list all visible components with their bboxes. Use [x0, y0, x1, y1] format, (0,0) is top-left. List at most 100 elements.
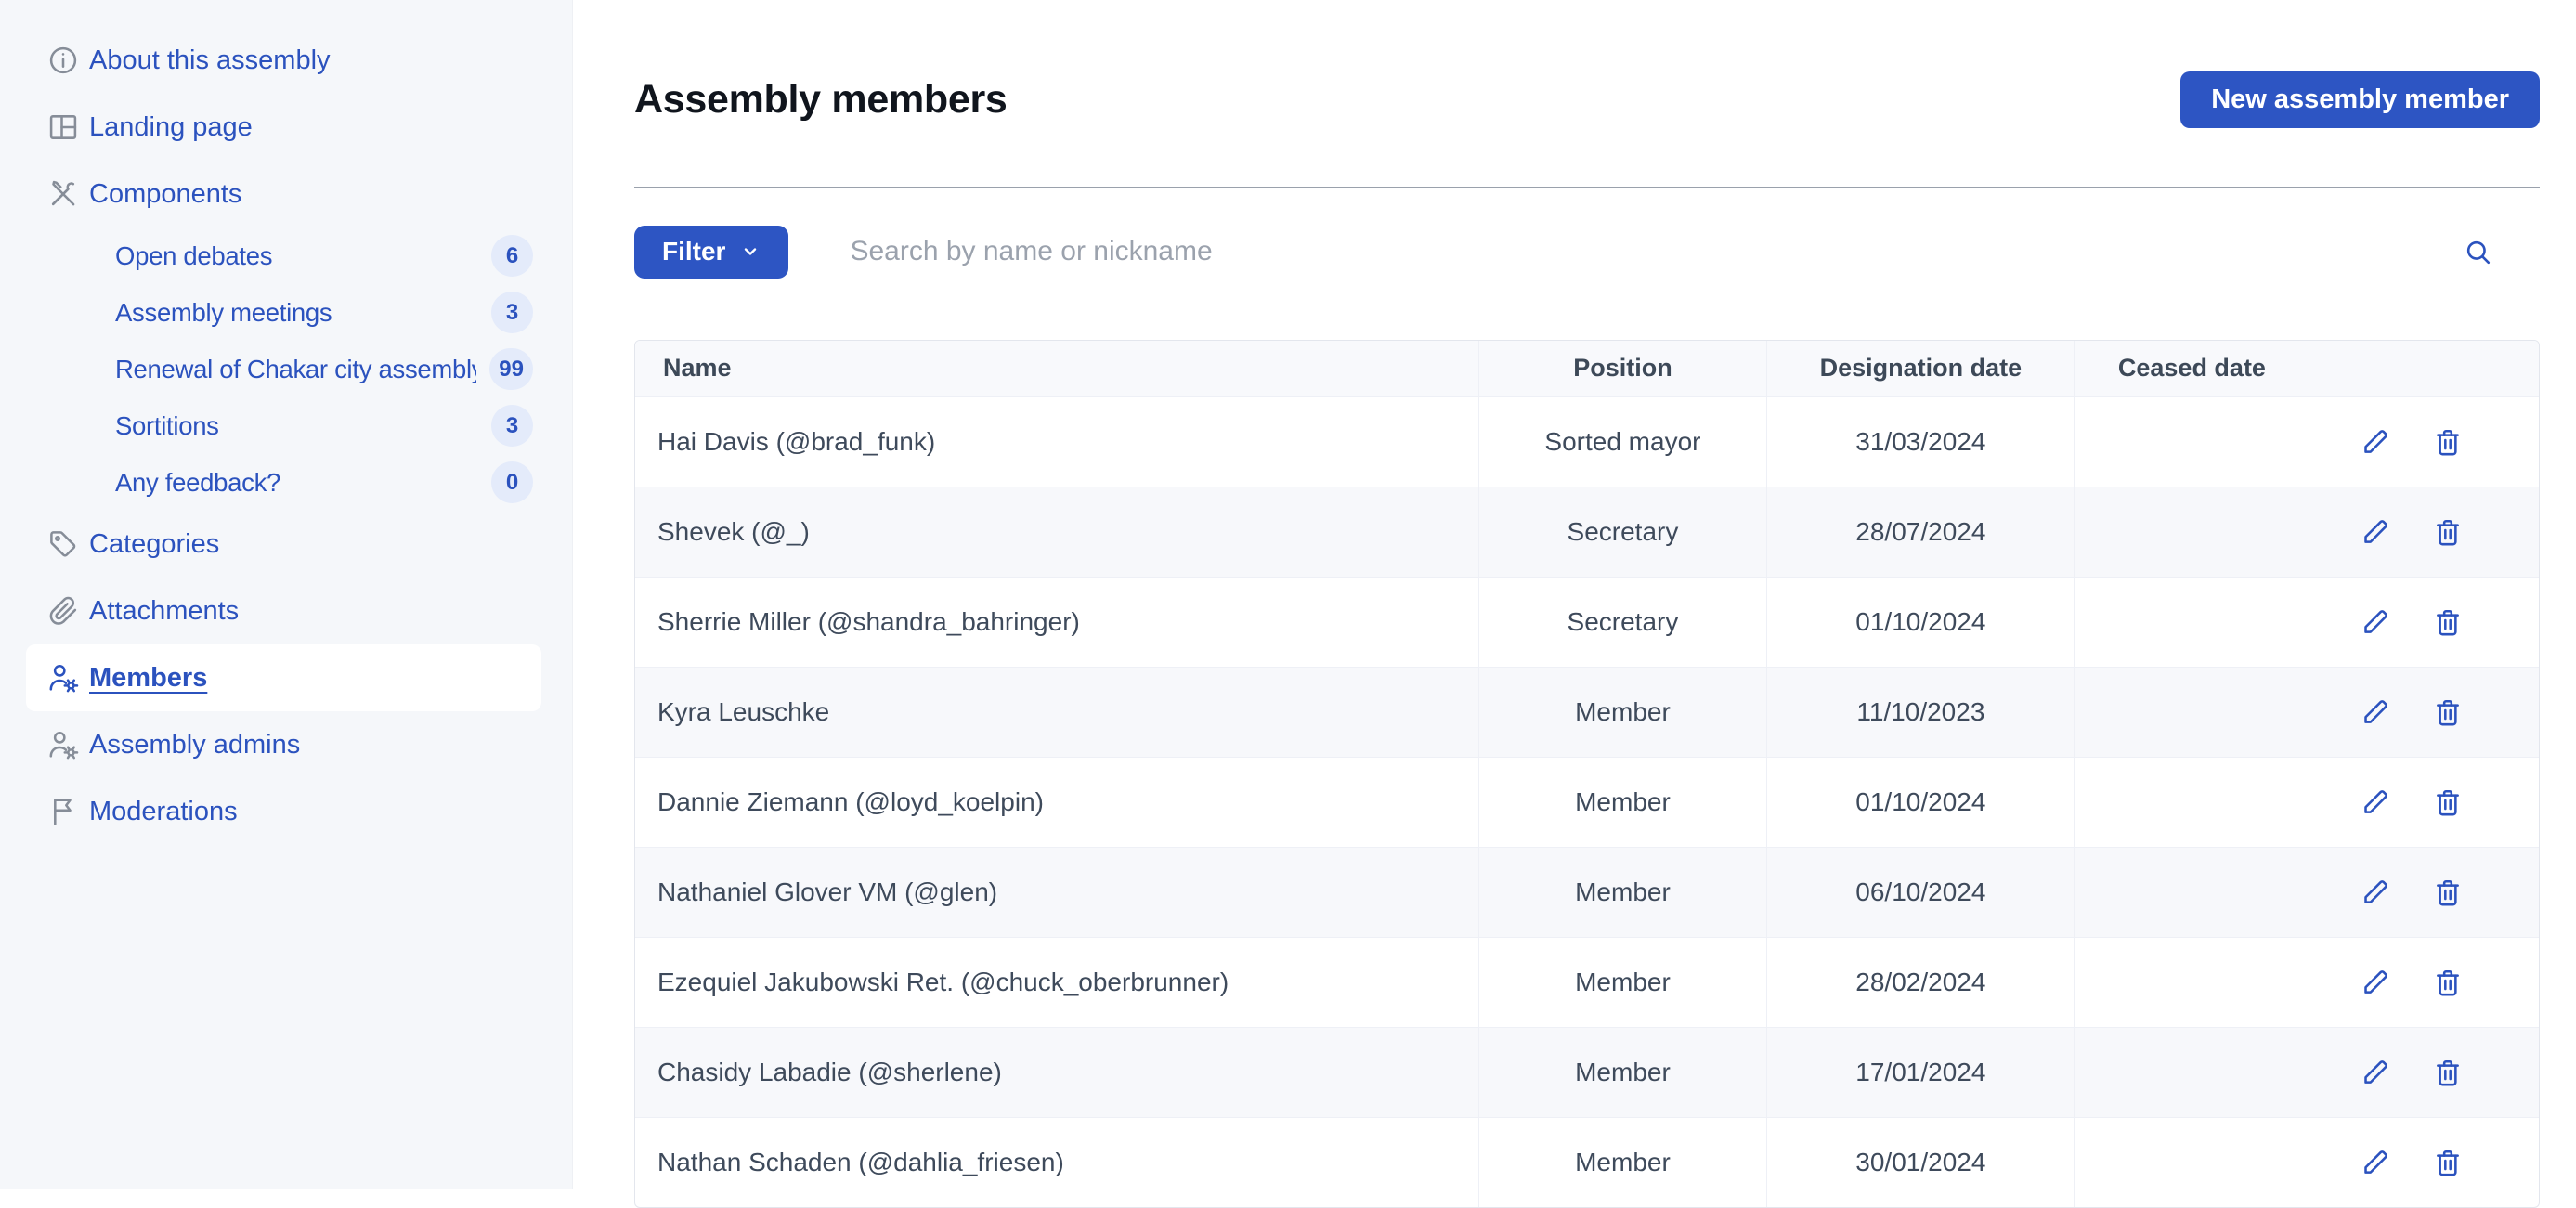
sidebar-item-open-debates[interactable]: Open debates 6: [0, 227, 572, 284]
new-assembly-member-button[interactable]: New assembly member: [2180, 71, 2540, 128]
delete-member-button[interactable]: [2432, 516, 2464, 548]
sidebar-item-members[interactable]: Members: [26, 644, 541, 711]
trash-icon: [2432, 516, 2464, 548]
sidebar-item-label: About this assembly: [89, 45, 331, 75]
delete-member-button[interactable]: [2432, 967, 2464, 998]
edit-member-button[interactable]: [2360, 786, 2391, 818]
landing-page-icon: [46, 110, 80, 144]
member-ceased-date: [2074, 846, 2309, 938]
sidebar-item-about-assembly[interactable]: About this assembly: [0, 27, 572, 94]
sidebar-subitem-label: Any feedback?: [115, 467, 281, 497]
delete-member-button[interactable]: [2432, 1057, 2464, 1088]
row-actions: [2309, 846, 2539, 938]
sidebar: About this assembly Landing page Compone…: [0, 0, 573, 1189]
sidebar-item-categories[interactable]: Categories: [0, 511, 572, 578]
member-ceased-date: [2074, 1116, 2309, 1207]
table-row: Ezequiel Jakubowski Ret. (@chuck_oberbru…: [635, 936, 2539, 1028]
sidebar-item-label: Categories: [89, 528, 220, 559]
edit-member-button[interactable]: [2360, 1057, 2391, 1088]
member-position: Member: [1477, 936, 1767, 1028]
trash-icon: [2432, 1057, 2464, 1088]
delete-member-button[interactable]: [2432, 426, 2464, 458]
member-designation-date: 30/01/2024: [1766, 1116, 2075, 1207]
sidebar-item-assembly-meetings[interactable]: Assembly meetings 3: [0, 284, 572, 341]
member-designation-date: 31/03/2024: [1766, 396, 2075, 487]
pencil-icon: [2360, 606, 2391, 638]
table-row: Nathaniel Glover VM (@glen) Member 06/10…: [635, 846, 2539, 938]
table-row: Hai Davis (@brad_funk) Sorted mayor 31/0…: [635, 396, 2539, 487]
count-badge: 3: [491, 292, 533, 333]
sidebar-item-sortitions[interactable]: Sortitions 3: [0, 397, 572, 454]
edit-member-button[interactable]: [2360, 426, 2391, 458]
delete-member-button[interactable]: [2432, 877, 2464, 908]
filter-button[interactable]: Filter: [634, 225, 789, 279]
pencil-icon: [2360, 1057, 2391, 1088]
sidebar-item-renewal-chakar[interactable]: Renewal of Chakar city assembly 99: [0, 341, 572, 397]
sidebar-item-attachments[interactable]: Attachments: [0, 578, 572, 644]
member-ceased-date: [2074, 936, 2309, 1028]
member-designation-date: 01/10/2024: [1766, 756, 2075, 848]
delete-member-button[interactable]: [2432, 1147, 2464, 1178]
header-divider: [634, 186, 2540, 188]
table-row: Sherrie Miller (@shandra_bahringer) Secr…: [635, 576, 2539, 668]
delete-member-button[interactable]: [2432, 786, 2464, 818]
row-actions: [2309, 1026, 2539, 1118]
table-row: Kyra Leuschke Member 11/10/2023: [635, 666, 2539, 758]
member-position: Member: [1477, 1116, 1767, 1207]
member-name: Nathan Schaden (@dahlia_friesen): [635, 1116, 1479, 1207]
delete-member-button[interactable]: [2432, 606, 2464, 638]
row-actions: [2309, 936, 2539, 1028]
member-name: Shevek (@_): [635, 486, 1479, 578]
member-name: Kyra Leuschke: [635, 666, 1479, 758]
count-badge: 99: [489, 348, 533, 390]
edit-member-button[interactable]: [2360, 967, 2391, 998]
filter-button-label: Filter: [662, 237, 726, 266]
row-actions: [2309, 666, 2539, 758]
tag-icon: [46, 527, 80, 561]
sidebar-item-any-feedback[interactable]: Any feedback? 0: [0, 454, 572, 511]
table-row: Chasidy Labadie (@sherlene) Member 17/01…: [635, 1026, 2539, 1118]
column-header-position: Position: [1477, 340, 1767, 397]
main-content: Assembly members New assembly member Fil…: [573, 0, 2576, 1208]
column-header-name: Name: [635, 340, 1479, 397]
member-position: Secretary: [1477, 576, 1767, 668]
delete-member-button[interactable]: [2432, 696, 2464, 728]
column-header-actions: [2309, 340, 2539, 397]
table-row: Shevek (@_) Secretary 28/07/2024: [635, 486, 2539, 578]
info-icon: [46, 44, 80, 77]
paperclip-icon: [46, 594, 80, 628]
sidebar-item-label: Members: [89, 662, 208, 693]
pencil-icon: [2360, 786, 2391, 818]
sidebar-item-label: Moderations: [89, 796, 238, 826]
edit-member-button[interactable]: [2360, 877, 2391, 908]
search-input[interactable]: [848, 235, 2463, 269]
edit-member-button[interactable]: [2360, 696, 2391, 728]
pencil-icon: [2360, 877, 2391, 908]
filter-search-toolbar: Filter: [634, 225, 2540, 279]
member-ceased-date: [2074, 756, 2309, 848]
sidebar-item-assembly-admins[interactable]: Assembly admins: [0, 711, 572, 778]
edit-member-button[interactable]: [2360, 1147, 2391, 1178]
member-ceased-date: [2074, 396, 2309, 487]
search-button[interactable]: [2463, 237, 2493, 267]
member-designation-date: 28/02/2024: [1766, 936, 2075, 1028]
sidebar-subitem-label: Open debates: [115, 240, 273, 270]
sidebar-item-moderations[interactable]: Moderations: [0, 778, 572, 845]
edit-member-button[interactable]: [2360, 516, 2391, 548]
sidebar-item-label: Attachments: [89, 595, 240, 626]
edit-member-button[interactable]: [2360, 606, 2391, 638]
chevron-down-icon: [740, 241, 761, 262]
member-name: Sherrie Miller (@shandra_bahringer): [635, 576, 1479, 668]
member-ceased-date: [2074, 576, 2309, 668]
member-ceased-date: [2074, 666, 2309, 758]
sidebar-item-landing-page[interactable]: Landing page: [0, 94, 572, 161]
sidebar-subitem-label: Assembly meetings: [115, 297, 332, 327]
row-actions: [2309, 486, 2539, 578]
row-actions: [2309, 756, 2539, 848]
pencil-icon: [2360, 967, 2391, 998]
trash-icon: [2432, 1147, 2464, 1178]
member-designation-date: 11/10/2023: [1766, 666, 2075, 758]
sidebar-item-components[interactable]: Components: [0, 161, 572, 227]
sidebar-item-label: Assembly admins: [89, 729, 301, 760]
trash-icon: [2432, 786, 2464, 818]
